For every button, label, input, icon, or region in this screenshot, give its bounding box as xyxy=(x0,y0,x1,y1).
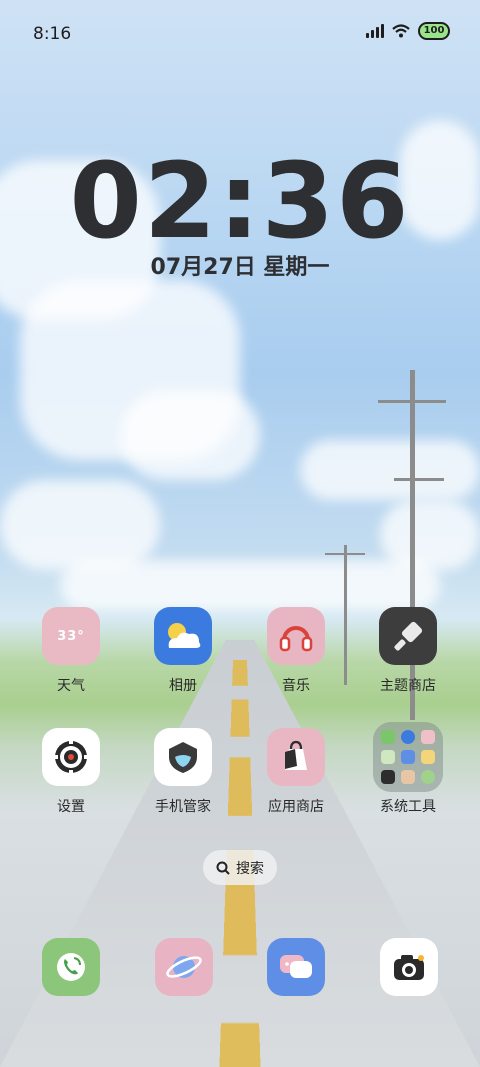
status-time: 8:16 xyxy=(33,24,72,44)
gallery-icon xyxy=(154,607,212,665)
app-label: 应用商店 xyxy=(268,799,324,815)
app-weather[interactable]: 33° 天气 xyxy=(16,607,126,695)
camera-icon xyxy=(394,955,424,980)
gear-icon xyxy=(42,728,100,786)
app-phone-manager[interactable]: 手机管家 xyxy=(128,728,238,816)
app-label: 手机管家 xyxy=(155,799,211,815)
phone-icon xyxy=(57,953,85,981)
app-label: 设置 xyxy=(57,799,85,815)
wifi-icon xyxy=(392,24,410,38)
clock-date[interactable]: 07月27日 星期一 xyxy=(0,249,480,281)
search-label: 搜索 xyxy=(236,860,264,877)
signal-icon xyxy=(366,24,384,38)
app-label: 天气 xyxy=(57,678,85,694)
shopping-bag-icon xyxy=(267,728,325,786)
status-bar: 8:16 100 xyxy=(0,0,480,68)
clock-time[interactable]: 02:36 xyxy=(0,140,480,262)
app-gallery[interactable]: 相册 xyxy=(128,607,238,695)
app-settings[interactable]: 设置 xyxy=(16,728,126,816)
app-theme-store[interactable]: 主题商店 xyxy=(353,607,463,695)
dock-phone[interactable] xyxy=(42,938,100,996)
folder-system-tools[interactable]: 系统工具 xyxy=(353,722,463,816)
shield-icon xyxy=(154,728,212,786)
browser-icon xyxy=(166,956,202,978)
dock-messages[interactable] xyxy=(267,938,325,996)
app-label: 主题商店 xyxy=(380,678,436,694)
weather-icon: 33° xyxy=(42,607,100,665)
search-icon xyxy=(216,861,230,875)
app-label: 相册 xyxy=(169,678,197,694)
dock-camera[interactable] xyxy=(380,938,438,996)
battery-icon: 100 xyxy=(418,22,450,40)
brush-icon xyxy=(379,607,437,665)
folder-icon xyxy=(373,722,443,792)
messages-icon xyxy=(280,955,312,978)
app-store[interactable]: 应用商店 xyxy=(241,728,351,816)
app-music[interactable]: 音乐 xyxy=(241,607,351,695)
app-label: 系统工具 xyxy=(380,799,436,815)
app-label: 音乐 xyxy=(282,678,310,694)
search-button[interactable]: 搜索 xyxy=(203,850,277,885)
music-icon xyxy=(267,607,325,665)
dock-browser[interactable] xyxy=(155,938,213,996)
